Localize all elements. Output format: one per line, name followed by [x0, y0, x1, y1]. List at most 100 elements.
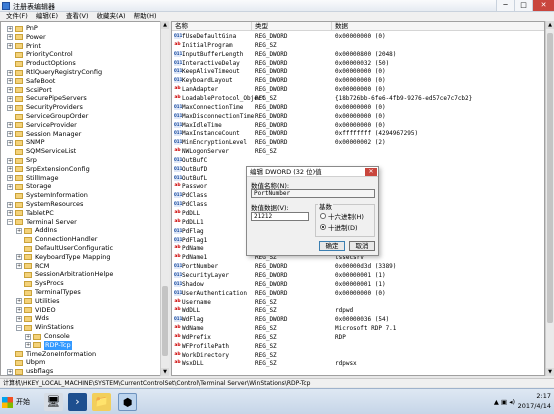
expand-icon[interactable]: + [25, 333, 31, 340]
regedit-taskbar-icon[interactable]: ⬢ [118, 393, 137, 411]
column-data-header[interactable]: 数据 [332, 22, 544, 31]
scroll-down-icon[interactable]: ▼ [161, 368, 169, 376]
minimize-button[interactable]: ─ [496, 0, 514, 11]
list-item[interactable]: 011 MaxConnectionTime REG_DWORD 0x00000000 … [172, 103, 544, 112]
column-name-header[interactable]: 名称 [172, 22, 252, 31]
scroll-thumb[interactable] [547, 33, 553, 323]
tree-item[interactable]: + RCM [16, 262, 49, 271]
list-item[interactable]: 011 PortNumber REG_DWORD 0x00000d3d (3389) [172, 263, 544, 271]
tree-item[interactable]: SystemInformation [7, 191, 88, 200]
list-item[interactable]: ab InitialProgram REG_SZ [172, 42, 544, 50]
menu-edit[interactable]: 编辑(E) [32, 12, 62, 21]
list-item[interactable]: ab Username REG_SZ [172, 299, 544, 307]
expand-icon[interactable]: + [16, 298, 22, 305]
tree-item[interactable]: TerminalTypes [16, 288, 81, 297]
tree-item[interactable]: + AddIns [16, 226, 57, 235]
value-data-input[interactable]: 21212 [251, 212, 309, 221]
list-item[interactable]: ab NWLogonServer REG_SZ [172, 148, 544, 156]
dec-radio[interactable]: 十进制(D) [320, 222, 358, 232]
cancel-button[interactable]: 取消 [349, 241, 375, 251]
expand-icon[interactable]: + [7, 104, 13, 111]
expand-icon[interactable]: + [7, 95, 13, 102]
list-item[interactable]: 011 KeyboardLayout REG_DWORD 0x00000000 (0) [172, 77, 544, 85]
tree-item[interactable]: + StillImage [7, 174, 58, 183]
tree-item[interactable]: + Console [25, 332, 70, 341]
start-button[interactable]: 开始 [2, 392, 40, 412]
list-item[interactable]: ab WsxDLL REG_SZ rdpwsx [172, 360, 544, 368]
tree-item[interactable]: + SecurePipeServers [7, 94, 87, 103]
expand-icon[interactable]: + [7, 166, 13, 173]
tree-item[interactable]: + SafeBoot [7, 77, 55, 86]
tree-item[interactable]: + PnP [7, 24, 38, 33]
tree-item[interactable]: − Terminal Server [7, 218, 77, 227]
list-item[interactable]: ab LoadableProtocol_Object REG_SZ {18b726bb… [172, 95, 544, 103]
tree-item[interactable]: + KeyboardType Mapping [16, 253, 110, 262]
list-item[interactable]: ab WorkDirectory REG_SZ [172, 352, 544, 360]
list-item[interactable]: 011 Shadow REG_DWORD 0x00000001 (1) [172, 280, 544, 289]
expand-icon[interactable]: + [7, 78, 13, 85]
list-item[interactable]: 011 MaxIdleTime REG_DWORD 0x00000000 (0) [172, 121, 544, 130]
expand-icon[interactable]: + [7, 25, 13, 32]
list-item[interactable]: 011 OutBufC [172, 156, 544, 165]
expand-icon[interactable]: + [16, 254, 22, 261]
collapse-icon[interactable]: − [7, 219, 13, 226]
tree-item[interactable]: Ubpm [7, 358, 45, 367]
tree-item[interactable]: + Power [7, 33, 46, 42]
list-scrollbar[interactable]: ▲ ▼ [545, 21, 554, 376]
tree-item[interactable]: ServiceGroupOrder [7, 112, 88, 121]
server-manager-icon[interactable]: 🖥 [44, 393, 63, 411]
column-type-header[interactable]: 类型 [252, 22, 332, 31]
expand-icon[interactable]: + [7, 139, 13, 146]
tree-item[interactable]: + Wds [16, 314, 49, 323]
tree-scrollbar[interactable]: ▲ ▼ [160, 21, 169, 376]
expand-icon[interactable]: + [7, 43, 13, 50]
close-button[interactable]: ✕ [532, 0, 554, 11]
tree-item[interactable]: + SNMP [7, 138, 45, 147]
list-item[interactable]: ab WdName REG_SZ Microsoft RDP 7.1 [172, 325, 544, 333]
list-item[interactable]: ab WdPrefix REG_SZ RDP [172, 334, 544, 342]
tree-item[interactable]: DefaultUserConfiguratic [16, 244, 113, 253]
list-item[interactable]: 011 MaxInstanceCount REG_DWORD 0xffffffff (… [172, 130, 544, 138]
list-item[interactable]: 011 InteractiveDelay REG_DWORD 0x00000032 (… [172, 59, 544, 68]
tree-item[interactable]: + ServiceProvider [7, 121, 77, 130]
expand-icon[interactable]: + [7, 183, 13, 190]
list-item[interactable]: 011 SecurityLayer REG_DWORD 0x00000001 (1) [172, 271, 544, 280]
list-item[interactable]: ab WFProfilePath REG_SZ [172, 343, 544, 351]
ok-button[interactable]: 确定 [319, 241, 345, 251]
expand-icon[interactable]: + [7, 34, 13, 41]
tree-item[interactable]: + TabletPC [7, 209, 54, 218]
tree-item[interactable]: + usbflags [7, 367, 53, 375]
tree-item[interactable]: + SecurityProviders [7, 103, 83, 112]
explorer-icon[interactable]: 📁 [92, 393, 111, 411]
list-item[interactable]: ab LanAdapter REG_DWORD 0x00000000 (0) [172, 86, 544, 94]
list-item[interactable]: 011 MaxDisconnectionTime REG_DWORD 0x000000… [172, 112, 544, 121]
tray-icons[interactable]: ▲ ▣ ◂) [494, 397, 515, 407]
tree-item[interactable]: SessionArbitrationHelpe [16, 270, 113, 279]
hex-radio[interactable]: 十六进制(H) [320, 211, 364, 221]
expand-icon[interactable]: + [7, 368, 13, 375]
scroll-up-icon[interactable]: ▲ [161, 21, 169, 29]
tree-item[interactable]: + Srp [7, 156, 37, 165]
expand-icon[interactable]: + [7, 122, 13, 129]
expand-icon[interactable]: + [7, 175, 13, 182]
expand-icon[interactable]: + [16, 315, 22, 322]
tree-item[interactable]: + ScsiPort [7, 86, 52, 95]
powershell-icon[interactable]: › [68, 393, 87, 411]
tree-item[interactable]: ConnectionHandler [16, 235, 97, 244]
list-item[interactable]: 011 fUseDefaultGina REG_DWORD 0x00000000 (0… [172, 33, 544, 41]
tree-item[interactable]: + RDP-Tcp [25, 340, 72, 350]
menu-help[interactable]: 帮助(H) [130, 12, 161, 21]
tree-item[interactable]: SysProcs [16, 279, 64, 288]
tree-item[interactable]: PriorityControl [7, 50, 73, 59]
tree-item[interactable]: SQMServiceList [7, 147, 76, 156]
maximize-button[interactable]: □ [514, 0, 532, 11]
expand-icon[interactable]: + [16, 227, 22, 234]
expand-icon[interactable]: + [16, 263, 22, 270]
list-item[interactable]: 011 KeepAliveTimeout REG_DWORD 0x00000000 (… [172, 68, 544, 76]
value-name-field[interactable]: PortNumber [251, 189, 375, 198]
expand-icon[interactable]: + [7, 69, 13, 76]
scroll-up-icon[interactable]: ▲ [546, 21, 554, 29]
tree-item[interactable]: − WinStations [16, 323, 74, 332]
list-item[interactable]: 011 UserAuthentication REG_DWORD 0x00000000… [172, 289, 544, 298]
tree-item[interactable]: + Utilities [16, 297, 59, 306]
